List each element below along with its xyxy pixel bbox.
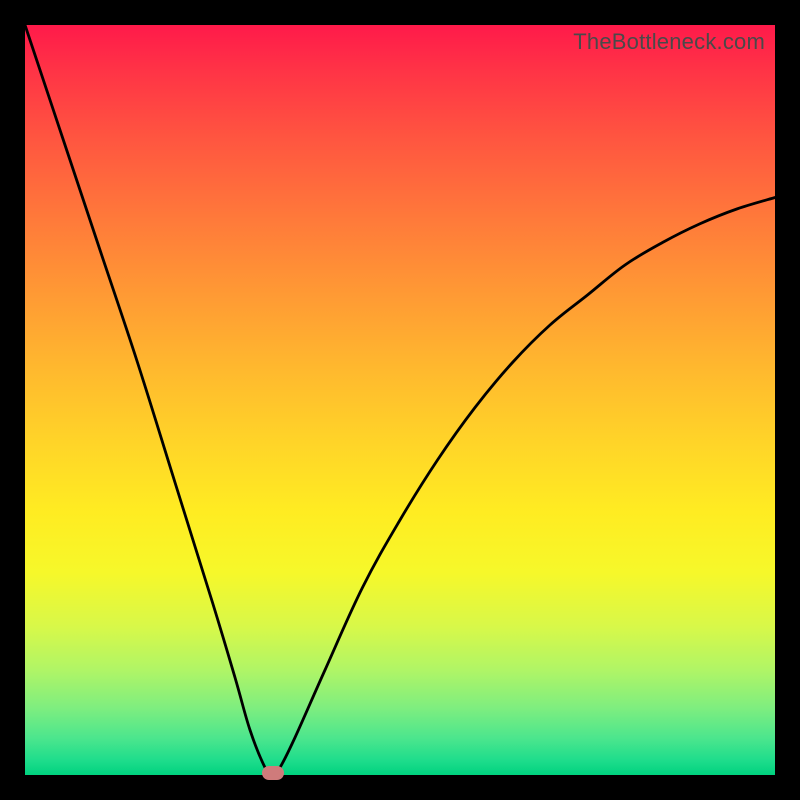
plot-area: TheBottleneck.com <box>25 25 775 775</box>
chart-frame: TheBottleneck.com <box>0 0 800 800</box>
bottleneck-curve <box>25 25 775 775</box>
optimum-marker <box>262 766 284 780</box>
